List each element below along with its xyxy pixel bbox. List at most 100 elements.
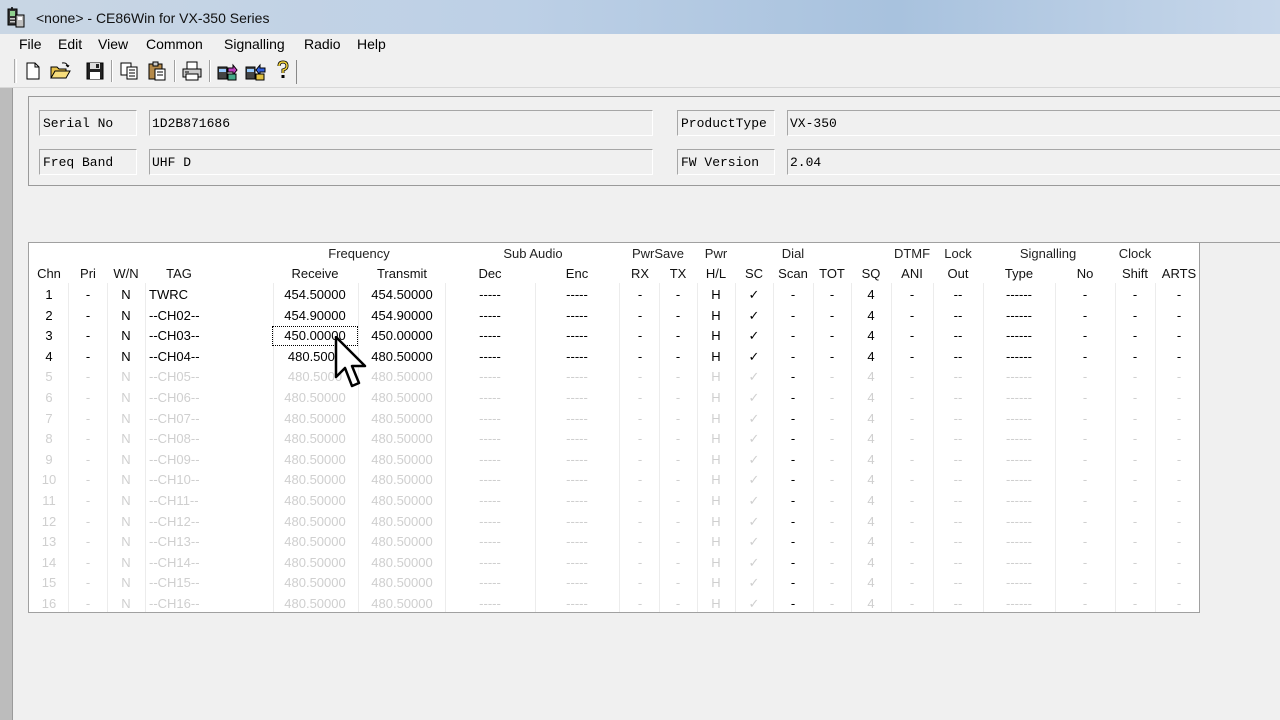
cell-enc[interactable]: ----- xyxy=(542,512,612,532)
cell-sc[interactable]: ✓ xyxy=(739,326,769,346)
cell-out[interactable]: -- xyxy=(938,532,978,552)
cell-pri[interactable]: - xyxy=(71,285,105,305)
cell-rx[interactable]: - xyxy=(623,491,657,511)
cell-dec[interactable]: ----- xyxy=(455,512,525,532)
cell-enc[interactable]: ----- xyxy=(542,553,612,573)
cell-scan[interactable]: - xyxy=(773,532,813,552)
cell-w-n[interactable]: N xyxy=(108,512,144,532)
cell-receive[interactable]: 480.50000 xyxy=(273,450,357,470)
cell-enc[interactable]: ----- xyxy=(542,532,612,552)
cell-type[interactable]: ------ xyxy=(989,409,1049,429)
column-header-dec[interactable]: Dec xyxy=(455,264,525,284)
cell-no[interactable]: - xyxy=(1065,553,1105,573)
cell-h-l[interactable]: H xyxy=(699,429,733,449)
cell-enc[interactable]: ----- xyxy=(542,409,612,429)
cell-sc[interactable]: ✓ xyxy=(739,553,769,573)
cell-shift[interactable]: - xyxy=(1115,450,1155,470)
cell-sq[interactable]: 4 xyxy=(856,491,886,511)
cell-w-n[interactable]: N xyxy=(108,388,144,408)
column-header-pri[interactable]: Pri xyxy=(71,264,105,284)
column-header-rx[interactable]: RX xyxy=(623,264,657,284)
cell-chn[interactable]: 14 xyxy=(31,553,67,573)
cell-tag[interactable]: --CH05-- xyxy=(149,367,269,387)
cell-arts[interactable]: - xyxy=(1159,388,1199,408)
cell-arts[interactable]: - xyxy=(1159,347,1199,367)
cell-w-n[interactable]: N xyxy=(108,573,144,593)
column-header-enc[interactable]: Enc xyxy=(542,264,612,284)
cell-scan[interactable]: - xyxy=(773,388,813,408)
cell-chn[interactable]: 10 xyxy=(31,470,67,490)
cell-ani[interactable]: - xyxy=(892,573,932,593)
cell-rx[interactable]: - xyxy=(623,285,657,305)
cell-dec[interactable]: ----- xyxy=(455,470,525,490)
app-icon[interactable] xyxy=(6,7,26,29)
cell-transmit[interactable]: 480.50000 xyxy=(360,553,444,573)
cell-tx[interactable]: - xyxy=(661,367,695,387)
cell-pri[interactable]: - xyxy=(71,491,105,511)
cell-h-l[interactable]: H xyxy=(699,553,733,573)
cell-chn[interactable]: 6 xyxy=(31,388,67,408)
cell-out[interactable]: -- xyxy=(938,285,978,305)
cell-scan[interactable]: - xyxy=(773,553,813,573)
cell-tot[interactable]: - xyxy=(815,470,849,490)
cell-transmit[interactable]: 480.50000 xyxy=(360,347,444,367)
cell-tot[interactable]: - xyxy=(815,306,849,326)
menu-view[interactable]: View xyxy=(97,36,129,52)
cell-type[interactable]: ------ xyxy=(989,512,1049,532)
cell-chn[interactable]: 16 xyxy=(31,594,67,612)
cell-rx[interactable]: - xyxy=(623,470,657,490)
cell-pri[interactable]: - xyxy=(71,450,105,470)
cell-out[interactable]: -- xyxy=(938,553,978,573)
cell-receive[interactable]: 480.50000 xyxy=(273,532,357,552)
cell-sq[interactable]: 4 xyxy=(856,409,886,429)
cell-no[interactable]: - xyxy=(1065,573,1105,593)
cell-enc[interactable]: ----- xyxy=(542,573,612,593)
save-icon[interactable] xyxy=(84,60,106,82)
column-header-sq[interactable]: SQ xyxy=(856,264,886,284)
cell-sc[interactable]: ✓ xyxy=(739,532,769,552)
open-icon[interactable] xyxy=(49,60,71,82)
cell-enc[interactable]: ----- xyxy=(542,470,612,490)
column-header-type[interactable]: Type xyxy=(989,264,1049,284)
cell-pri[interactable]: - xyxy=(71,429,105,449)
cell-dec[interactable]: ----- xyxy=(455,409,525,429)
cell-tag[interactable]: --CH10-- xyxy=(149,470,269,490)
cell-tx[interactable]: - xyxy=(661,573,695,593)
cell-h-l[interactable]: H xyxy=(699,512,733,532)
cell-w-n[interactable]: N xyxy=(108,367,144,387)
paste-icon[interactable] xyxy=(146,60,168,82)
cell-receive[interactable]: 480.50000 xyxy=(273,553,357,573)
channel-grid[interactable]: Frequency Sub Audio PwrSave Pwr Dial DTMF Lock… xyxy=(28,242,1200,613)
cell-ani[interactable]: - xyxy=(892,532,932,552)
cell-sq[interactable]: 4 xyxy=(856,285,886,305)
cell-out[interactable]: -- xyxy=(938,573,978,593)
cell-chn[interactable]: 4 xyxy=(31,347,67,367)
cell-type[interactable]: ------ xyxy=(989,532,1049,552)
cell-no[interactable]: - xyxy=(1065,491,1105,511)
cell-out[interactable]: -- xyxy=(938,326,978,346)
cell-tx[interactable]: - xyxy=(661,491,695,511)
cell-no[interactable]: - xyxy=(1065,409,1105,429)
cell-sq[interactable]: 4 xyxy=(856,470,886,490)
cell-tx[interactable]: - xyxy=(661,429,695,449)
read-radio-icon[interactable] xyxy=(216,60,238,82)
cell-arts[interactable]: - xyxy=(1159,409,1199,429)
cell-transmit[interactable]: 480.50000 xyxy=(360,573,444,593)
cell-enc[interactable]: ----- xyxy=(542,450,612,470)
cell-out[interactable]: -- xyxy=(938,347,978,367)
cell-chn[interactable]: 13 xyxy=(31,532,67,552)
cell-dec[interactable]: ----- xyxy=(455,491,525,511)
cell-shift[interactable]: - xyxy=(1115,594,1155,612)
cell-dec[interactable]: ----- xyxy=(455,347,525,367)
cell-rx[interactable]: - xyxy=(623,326,657,346)
cell-shift[interactable]: - xyxy=(1115,306,1155,326)
cell-receive[interactable]: 480.50000 xyxy=(273,388,357,408)
cell-pri[interactable]: - xyxy=(71,347,105,367)
cell-tot[interactable]: - xyxy=(815,347,849,367)
column-header-ani[interactable]: ANI xyxy=(892,264,932,284)
cell-h-l[interactable]: H xyxy=(699,409,733,429)
cell-shift[interactable]: - xyxy=(1115,573,1155,593)
cell-tag[interactable]: --CH15-- xyxy=(149,573,269,593)
cell-ani[interactable]: - xyxy=(892,388,932,408)
cell-chn[interactable]: 5 xyxy=(31,367,67,387)
